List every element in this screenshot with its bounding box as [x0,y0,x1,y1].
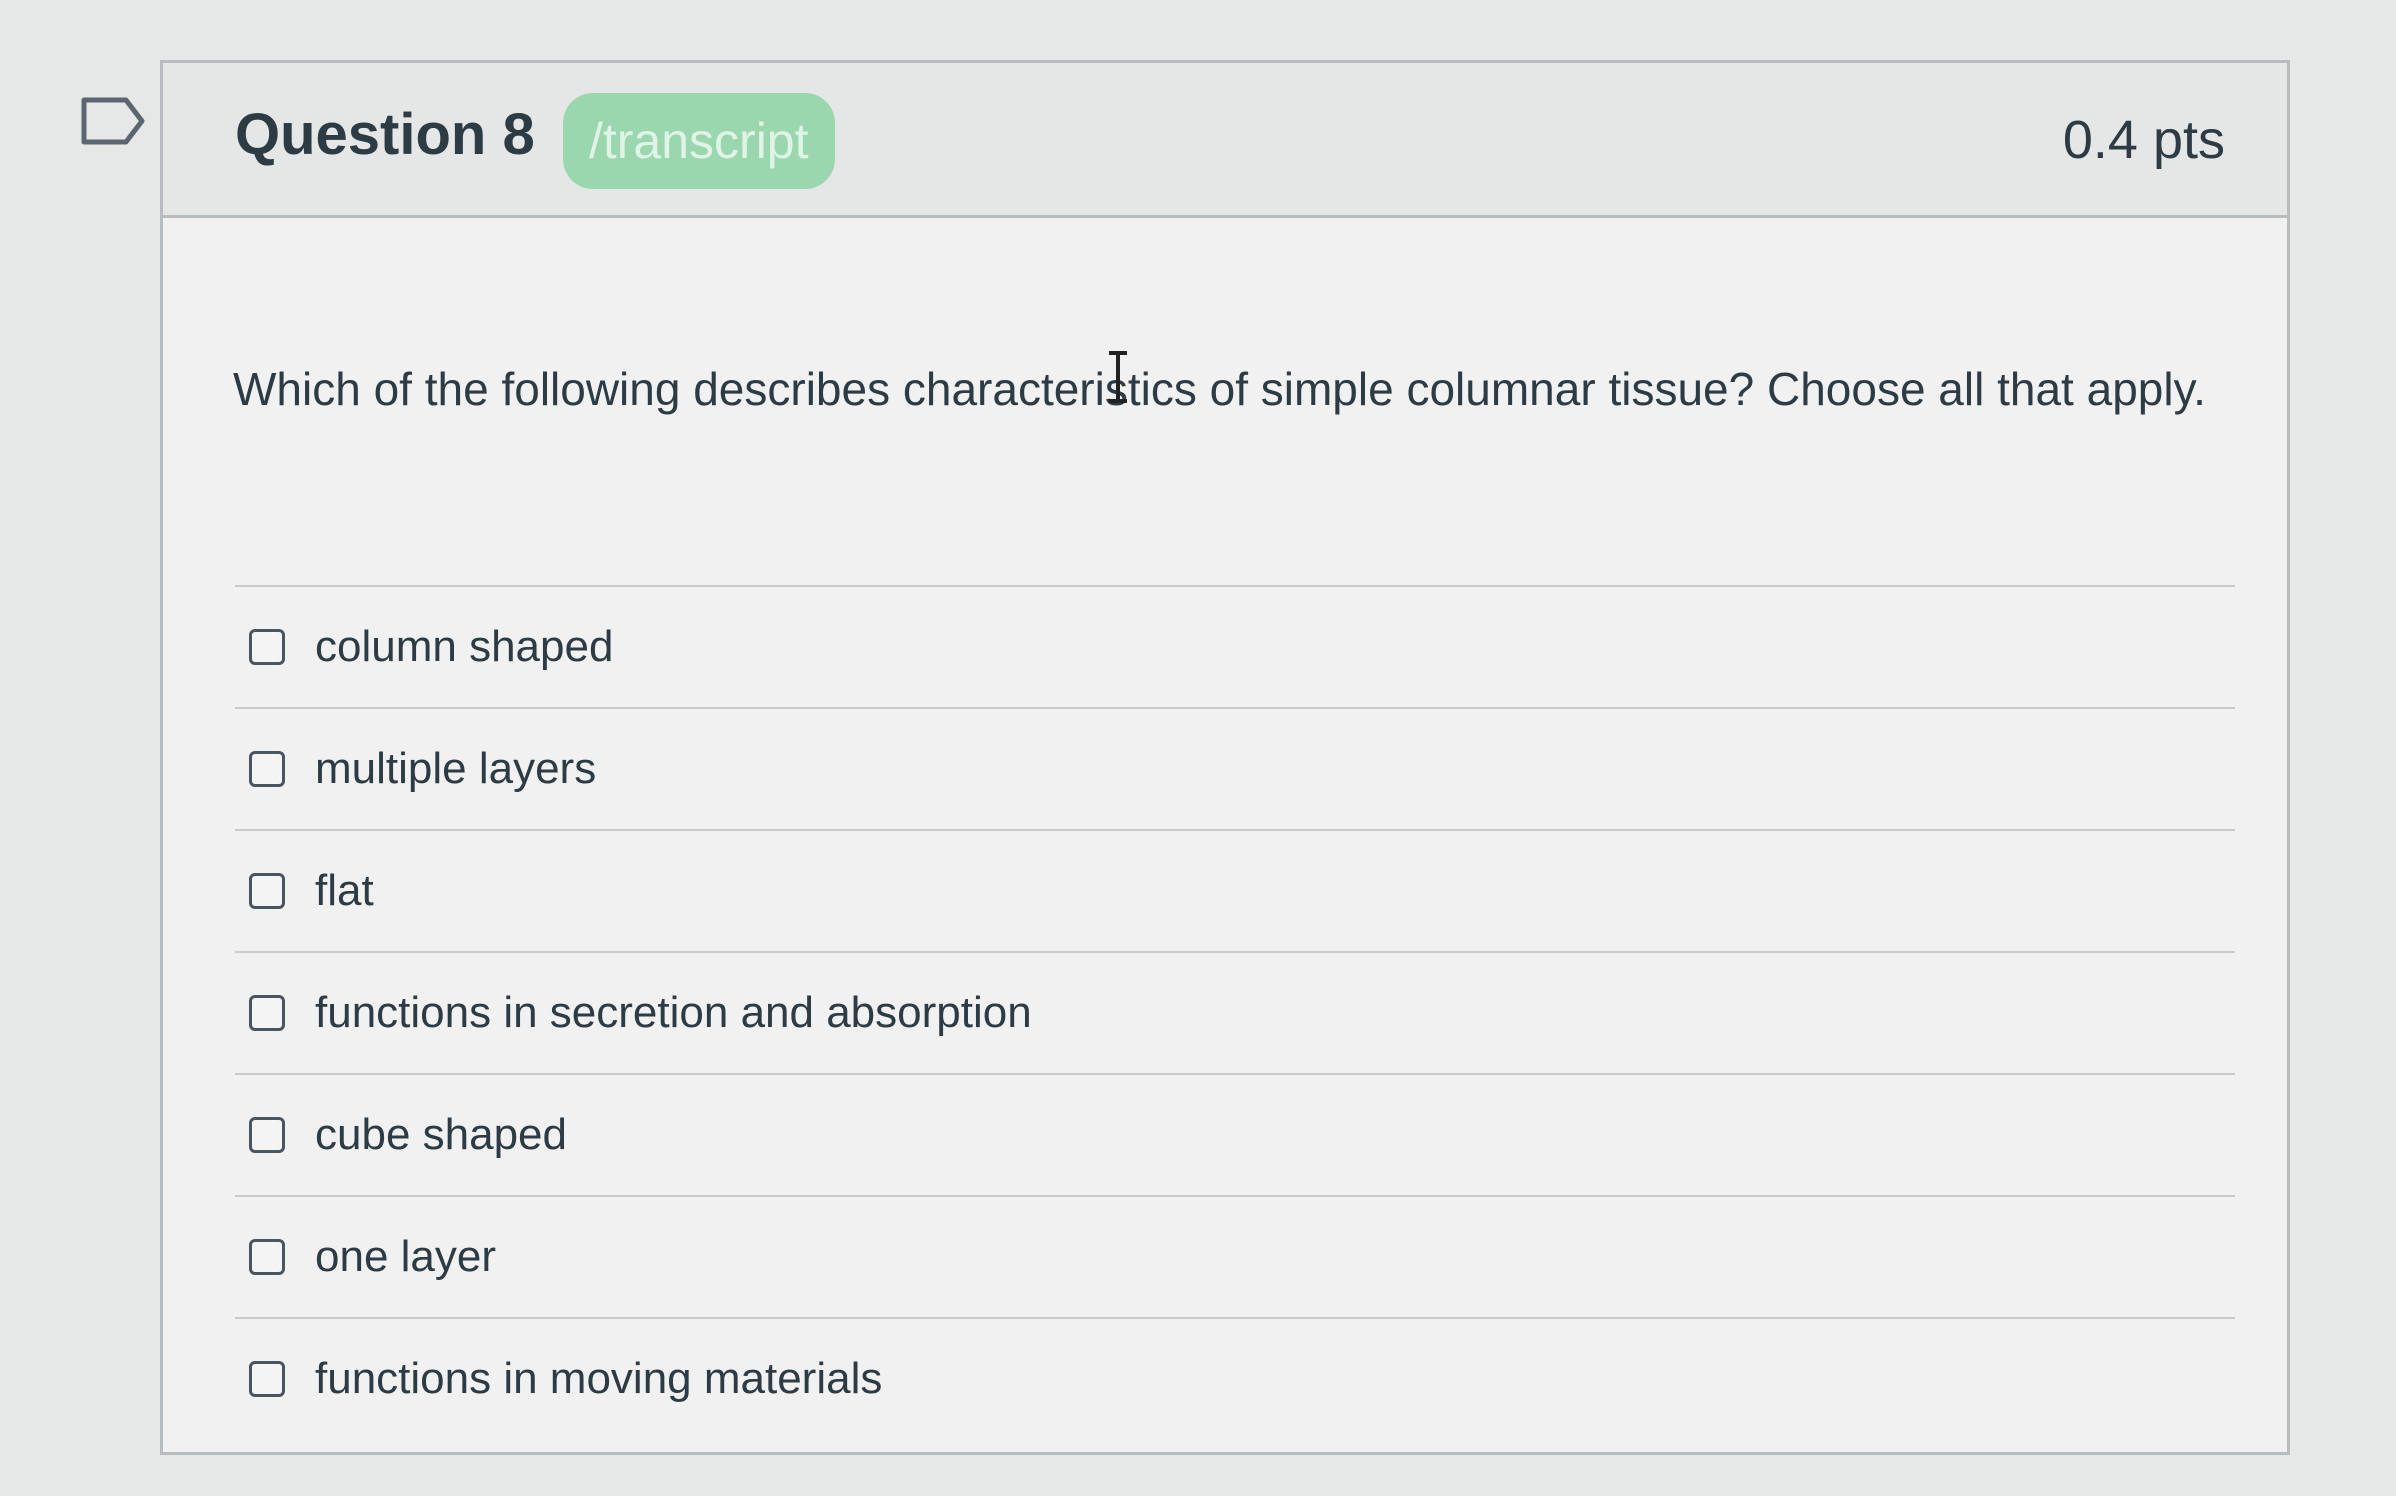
transcript-badge: /transcript [563,93,835,189]
answer-label[interactable]: one layer [315,1231,496,1283]
answer-option-one-layer[interactable]: one layer [235,1195,2235,1317]
answer-option-flat[interactable]: flat [235,829,2235,951]
answer-checkbox[interactable] [249,873,285,909]
answer-option-secretion-absorption[interactable]: functions in secretion and absorption [235,951,2235,1073]
answer-label[interactable]: functions in secretion and absorption [315,987,1032,1039]
answer-label[interactable]: functions in moving materials [315,1353,882,1405]
answer-option-cube-shaped[interactable]: cube shaped [235,1073,2235,1195]
question-text: Which of the following describes charact… [233,363,2206,415]
answer-checkbox[interactable] [249,1239,285,1275]
answer-checkbox[interactable] [249,1361,285,1397]
question-card: Question 8 /transcript 0.4 pts Which of … [160,60,2290,1455]
answer-checkbox[interactable] [249,629,285,665]
answer-option-multiple-layers[interactable]: multiple layers [235,707,2235,829]
question-header: Question 8 /transcript 0.4 pts [163,63,2287,218]
answer-option-moving-materials[interactable]: functions in moving materials [235,1317,2235,1439]
question-title: Question 8 [235,102,535,167]
answer-option-column-shaped[interactable]: column shaped [235,585,2235,707]
answer-label[interactable]: column shaped [315,621,613,673]
flag-question-icon[interactable] [80,96,146,146]
answer-label[interactable]: cube shaped [315,1109,567,1161]
answer-list: column shaped multiple layers flat funct… [235,585,2235,1439]
answer-checkbox[interactable] [249,751,285,787]
text-cursor-icon [1109,351,1127,403]
answer-checkbox[interactable] [249,995,285,1031]
answer-checkbox[interactable] [249,1117,285,1153]
question-points: 0.4 pts [2062,110,2225,170]
answer-label[interactable]: flat [315,865,374,917]
answer-label[interactable]: multiple layers [315,743,596,795]
